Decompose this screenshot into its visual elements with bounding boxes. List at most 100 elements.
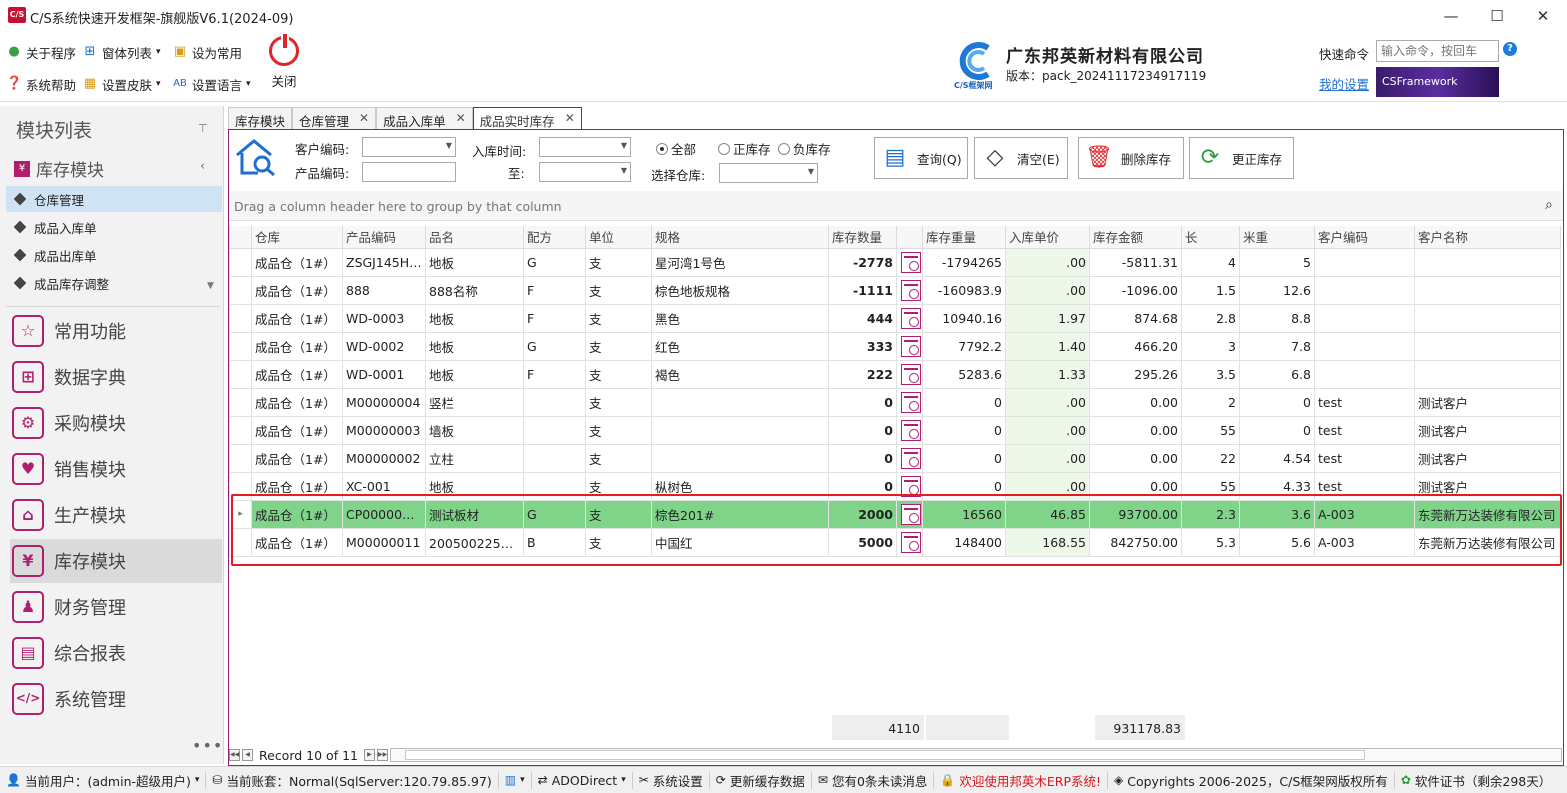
- table-row[interactable]: 成品仓（1#） M00000004 竖栏支 0 0.00 0.00 2 0 test 测试客户: [229, 387, 1561, 417]
- calendar-clock-icon[interactable]: [901, 391, 921, 413]
- grid-cell[interactable]: 5000: [828, 527, 897, 557]
- grid-cell[interactable]: 成品仓（1#）: [251, 527, 343, 557]
- grid-cell[interactable]: 东莞新万达装修有限公司: [1414, 499, 1561, 529]
- grid-cell[interactable]: 1.40: [1005, 331, 1090, 361]
- grid-cell[interactable]: .00: [1005, 443, 1090, 473]
- grid-cell[interactable]: 测试客户: [1414, 415, 1561, 445]
- grid-cell[interactable]: 成品仓（1#）: [251, 303, 343, 333]
- sidebar-item-product-outbound[interactable]: 成品出库单: [6, 242, 222, 268]
- grid-cell[interactable]: A-003: [1314, 527, 1415, 557]
- grid-cell[interactable]: [523, 415, 586, 445]
- grid-cell[interactable]: -1794265: [922, 247, 1006, 277]
- close-module-button[interactable]: 关闭: [258, 34, 310, 92]
- row-indicator[interactable]: [229, 275, 252, 305]
- grid-cell[interactable]: 1.97: [1005, 303, 1090, 333]
- row-indicator[interactable]: [229, 471, 252, 501]
- calendar-clock-icon[interactable]: [901, 531, 921, 553]
- grid-cell[interactable]: 168.55: [1005, 527, 1090, 557]
- grid-cell[interactable]: 7792.2: [922, 331, 1006, 361]
- grid-cell[interactable]: 成品仓（1#）: [251, 359, 343, 389]
- sidebar-item-warehouse[interactable]: 仓库管理: [6, 186, 222, 212]
- system-help-button[interactable]: ❓ 系统帮助: [6, 72, 76, 96]
- grid-cell[interactable]: [1314, 359, 1415, 389]
- module-inventory[interactable]: ¥ 库存模块: [10, 539, 222, 583]
- calendar-clock-icon[interactable]: [901, 335, 921, 357]
- column-header[interactable]: 单位: [585, 226, 652, 249]
- grid-cell[interactable]: 888: [342, 275, 426, 305]
- column-header[interactable]: 米重: [1239, 226, 1315, 249]
- grid-cell[interactable]: [1314, 303, 1415, 333]
- grid-cell[interactable]: 支: [585, 471, 652, 501]
- grid-cell[interactable]: 7.8: [1239, 331, 1315, 361]
- first-record-icon[interactable]: ◀◀: [229, 749, 240, 761]
- grid-cell[interactable]: -2778: [828, 247, 897, 277]
- grid-cell[interactable]: 红色: [651, 331, 829, 361]
- column-header[interactable]: 库存重量: [922, 226, 1006, 249]
- radio-all[interactable]: 全部: [656, 139, 696, 158]
- grid-cell[interactable]: 0: [1239, 415, 1315, 445]
- grid-cell[interactable]: 0: [828, 443, 897, 473]
- grid-cell[interactable]: .00: [1005, 275, 1090, 305]
- status-refresh-cache[interactable]: ⟳ 更新缓存数据: [710, 771, 812, 789]
- quick-command-input[interactable]: [1376, 40, 1499, 62]
- row-indicator[interactable]: [229, 247, 252, 277]
- grid-cell[interactable]: 测试客户: [1414, 471, 1561, 501]
- grid-cell[interactable]: 测试客户: [1414, 387, 1561, 417]
- grid-cell[interactable]: test: [1314, 443, 1415, 473]
- stock-history-button[interactable]: [896, 443, 923, 473]
- grid-cell[interactable]: 支: [585, 499, 652, 529]
- set-language-button[interactable]: AB 设置语言 ▾: [172, 72, 250, 96]
- column-header[interactable]: [896, 226, 923, 249]
- grid-cell[interactable]: 东莞新万达装修有限公司: [1414, 527, 1561, 557]
- grid-cell[interactable]: 0.00: [1089, 387, 1182, 417]
- tab-inventory-module[interactable]: 库存模块: [228, 107, 293, 129]
- next-record-icon[interactable]: ▶: [363, 749, 375, 761]
- stock-history-button[interactable]: [896, 527, 923, 557]
- grid-cell[interactable]: ZSGJ145H38: [342, 247, 426, 277]
- grid-cell[interactable]: M00000011: [342, 527, 426, 557]
- grid-cell[interactable]: 成品仓（1#）: [251, 387, 343, 417]
- grid-cell[interactable]: 0.00: [1089, 415, 1182, 445]
- status-layout[interactable]: ▥ ▾: [499, 771, 532, 789]
- grid-cell[interactable]: 3: [1181, 331, 1240, 361]
- csframework-banner[interactable]: CSFramework: [1376, 67, 1499, 97]
- grid-cell[interactable]: 6.8: [1239, 359, 1315, 389]
- status-ado[interactable]: ⇄ ADODirect ▾: [532, 771, 633, 789]
- grid-cell[interactable]: 黑色: [651, 303, 829, 333]
- grid-cell[interactable]: 成品仓（1#）: [251, 275, 343, 305]
- close-window-button[interactable]: ✕: [1520, 0, 1566, 32]
- grid-cell[interactable]: 地板: [425, 331, 524, 361]
- column-header[interactable]: 长: [1181, 226, 1240, 249]
- grid-cell[interactable]: 3.6: [1239, 499, 1315, 529]
- grid-cell[interactable]: [523, 387, 586, 417]
- grid-cell[interactable]: 地板: [425, 303, 524, 333]
- radio-negative[interactable]: 负库存: [778, 139, 831, 158]
- table-row[interactable]: 成品仓（1#） WD-0003 地板 F 支黑色 444 10940.16 1.97 874.6…: [229, 303, 1561, 333]
- grid-cell[interactable]: [1414, 331, 1561, 361]
- column-header[interactable]: 客户编码: [1314, 226, 1415, 249]
- calendar-clock-icon[interactable]: [901, 363, 921, 385]
- grid-cell[interactable]: 测试板材: [425, 499, 524, 529]
- table-row[interactable]: 成品仓（1#） WD-0002 地板 G 支红色 333 7792.2 1.40 466.20 3…: [229, 331, 1561, 361]
- grid-cell[interactable]: 0: [922, 443, 1006, 473]
- grid-cell[interactable]: -1096.00: [1089, 275, 1182, 305]
- stock-history-button[interactable]: [896, 499, 923, 529]
- close-icon[interactable]: ✕: [565, 111, 575, 126]
- stock-history-button[interactable]: [896, 415, 923, 445]
- grid-cell[interactable]: CP00000017: [342, 499, 426, 529]
- grid-cell[interactable]: WD-0003: [342, 303, 426, 333]
- search-icon[interactable]: ⌕: [1545, 197, 1553, 213]
- table-row[interactable]: 成品仓（1#） M00000011 200500225测试 B 支中国红 5000 1484…: [229, 527, 1561, 557]
- column-header[interactable]: 入库单价: [1005, 226, 1090, 249]
- grid-cell[interactable]: 5: [1239, 247, 1315, 277]
- grid-cell[interactable]: 12.6: [1239, 275, 1315, 305]
- table-row[interactable]: 成品仓（1#） M00000003 墙板支 0 0.00 0.00 55 0 test 测试客户: [229, 415, 1561, 445]
- scroll-down-icon[interactable]: ▼: [207, 281, 214, 291]
- grid-cell[interactable]: [523, 471, 586, 501]
- horizontal-scrollbar[interactable]: [390, 748, 1562, 762]
- grid-cell[interactable]: 5283.6: [922, 359, 1006, 389]
- grid-cell[interactable]: [1414, 303, 1561, 333]
- in-time-from-combo[interactable]: ▼: [539, 137, 631, 157]
- table-row[interactable]: 成品仓（1#） WD-0001 地板 F 支褐色 222 5283.6 1.33 295.26 3…: [229, 359, 1561, 389]
- group-panel[interactable]: Drag a column header here to group by th…: [229, 191, 1563, 221]
